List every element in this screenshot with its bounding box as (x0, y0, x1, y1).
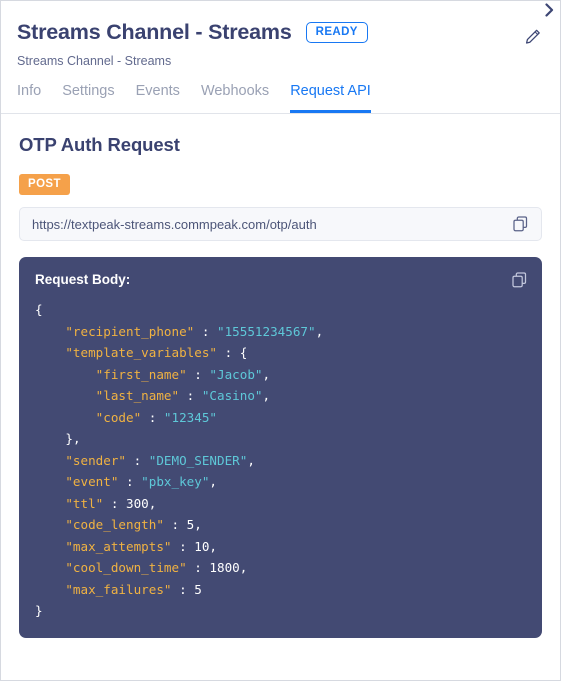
section-title: OTP Auth Request (19, 134, 180, 155)
copy-icon[interactable] (508, 269, 530, 291)
tab-events[interactable]: Events (136, 82, 180, 113)
tab-bar: Info Settings Events Webhooks Request AP… (1, 82, 560, 114)
tab-request-api[interactable]: Request API (290, 82, 371, 113)
panel-topbar (1, 1, 560, 18)
status-badge[interactable]: READY (305, 21, 368, 43)
tab-info[interactable]: Info (17, 82, 41, 113)
title-row: Streams Channel - Streams READY (17, 18, 544, 46)
tab-settings[interactable]: Settings (62, 82, 114, 113)
copy-icon[interactable] (509, 213, 531, 235)
endpoint-url-text: https://textpeak-streams.commpeak.com/ot… (32, 216, 317, 232)
http-method-badge: POST (19, 174, 70, 195)
request-body-code-block: Request Body: { "recipient_phone" : "155… (19, 257, 542, 638)
pencil-icon[interactable] (520, 24, 546, 50)
panel-header: Streams Channel - Streams READY Streams … (1, 18, 560, 69)
request-body-json: { "recipient_phone" : "15551234567", "te… (35, 302, 324, 618)
chevron-right-icon[interactable] (540, 1, 558, 18)
tab-webhooks[interactable]: Webhooks (201, 82, 269, 113)
request-api-panel: OTP Auth Request POST https://textpeak-s… (1, 114, 560, 680)
page-subtitle: Streams Channel - Streams (17, 54, 172, 68)
channel-detail-panel: Streams Channel - Streams READY Streams … (0, 0, 561, 681)
request-body-label: Request Body: (35, 272, 131, 287)
endpoint-url-field[interactable]: https://textpeak-streams.commpeak.com/ot… (19, 207, 542, 241)
page-title: Streams Channel - Streams (17, 20, 292, 44)
